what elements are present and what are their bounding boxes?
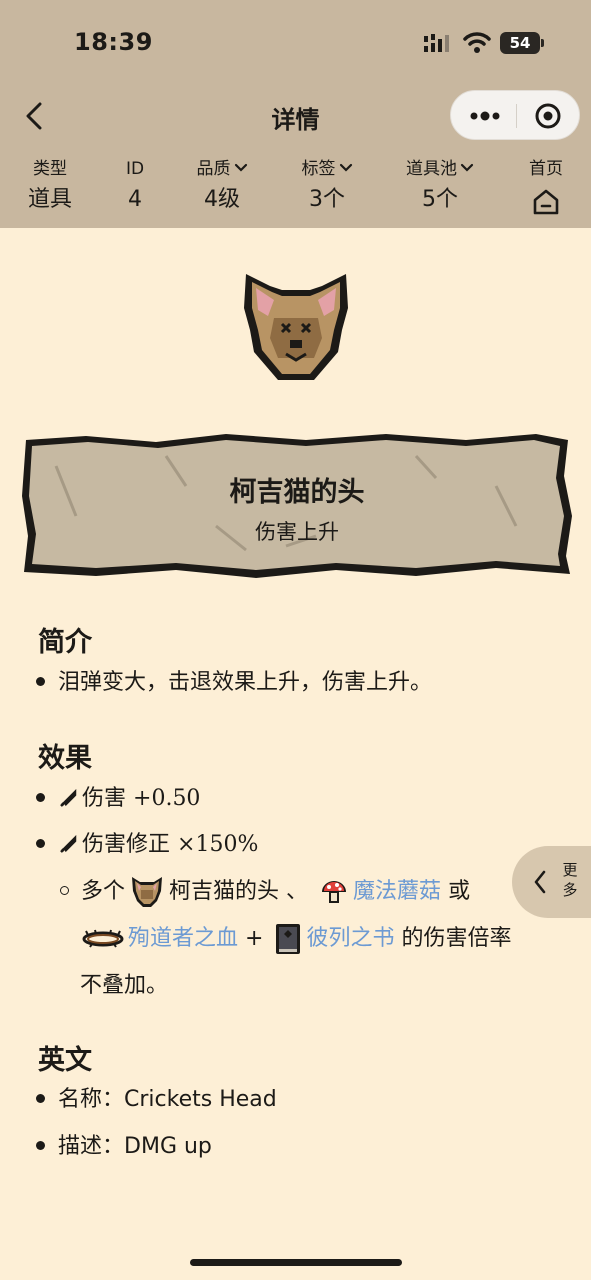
cellular-signal-icon: [424, 34, 449, 52]
more-options-icon[interactable]: [469, 106, 501, 126]
mushroom-icon: [322, 881, 347, 903]
intro-heading: 简介: [38, 627, 92, 658]
item-sprite-image: [244, 274, 348, 380]
stat-quality-value: 4级: [204, 187, 240, 212]
english-name-value: Crickets Head: [124, 1087, 277, 1112]
book-of-belial-icon: [276, 924, 301, 954]
navigation-bar: 详情: [0, 88, 591, 144]
close-miniprogram-icon[interactable]: [535, 103, 561, 129]
sub-bullet-circle: [60, 886, 69, 895]
stat-tags[interactable]: 标签 3个: [277, 156, 377, 218]
stat-tags-label: 标签: [277, 156, 377, 182]
damage-label: 伤害: [82, 786, 127, 811]
chevron-down-icon: [339, 163, 352, 172]
stat-pool-label: 道具池: [390, 156, 490, 182]
effect-note-line-1: 多个 柯吉猫的头 、 魔法蘑菇 或: [60, 875, 470, 909]
capsule-divider: [516, 104, 517, 128]
stat-pool-value: 5个: [422, 187, 458, 212]
sword-icon: [60, 835, 77, 853]
stat-item-pool[interactable]: 道具池 5个: [390, 156, 490, 218]
effect-note-line-3: 不叠加。: [80, 973, 169, 998]
chevron-down-icon: [234, 163, 247, 172]
link-blood-of-the-martyr[interactable]: 殉道者之血: [128, 926, 238, 951]
more-label: 更多: [562, 860, 578, 900]
chevron-left-icon: [534, 870, 546, 894]
home-icon[interactable]: [532, 188, 560, 216]
effect-note-line-2: 殉道者之血 + 彼列之书 的伤害倍率: [80, 922, 511, 956]
tags-label-text: 标签: [301, 159, 336, 179]
effect-multiplier: 伤害修正 ×150%: [36, 828, 258, 862]
crown-of-thorns-icon: [82, 929, 124, 948]
english-desc-value: DMG up: [124, 1134, 212, 1159]
stat-id: ID 4: [85, 156, 185, 218]
mini-program-capsule: [450, 90, 580, 140]
quality-label-text: 品质: [196, 159, 231, 179]
english-desc-label: 描述：: [58, 1134, 125, 1159]
bullet-dot: [36, 793, 45, 802]
note-prefix: 多个: [81, 879, 126, 904]
note-separator: 、: [286, 879, 309, 904]
item-name: 柯吉猫的头: [229, 477, 365, 508]
intro-text: 泪弹变大，击退效果上升，伤害上升。: [58, 670, 433, 695]
bullet-dot: [36, 677, 45, 686]
battery-indicator: 54: [500, 32, 540, 54]
stat-quality-label: 品质: [172, 156, 272, 182]
wifi-icon: [463, 32, 491, 53]
multiplier-value: ×150%: [177, 832, 259, 857]
english-desc: 描述：DMG up: [36, 1130, 212, 1164]
english-name-label: 名称：: [58, 1087, 125, 1112]
more-label-2: 多: [562, 881, 578, 899]
home-indicator-bar: [190, 1259, 402, 1266]
damage-value: +0.50: [133, 786, 201, 811]
link-book-of-belial[interactable]: 彼列之书: [306, 926, 394, 951]
battery-tip: [541, 39, 544, 47]
sword-icon: [60, 789, 77, 807]
bullet-dot: [36, 839, 45, 848]
intro-item: 泪弹变大，击退效果上升，伤害上升。: [36, 666, 432, 700]
link-magic-mushroom[interactable]: 魔法蘑菇: [353, 879, 441, 904]
stat-home[interactable]: 首页: [496, 156, 591, 220]
status-bar: 18:39 54: [0, 0, 591, 88]
more-label-1: 更: [562, 861, 578, 879]
more-side-button[interactable]: 更多: [512, 846, 591, 918]
stat-id-value: 4: [128, 187, 142, 212]
effect-damage: 伤害 +0.50: [36, 782, 200, 816]
multiplier-label: 伤害修正: [82, 832, 171, 857]
note-item-self: 柯吉猫的头: [169, 879, 280, 904]
effects-heading: 效果: [38, 743, 92, 774]
pool-label-text: 道具池: [406, 159, 457, 179]
stat-id-label: ID: [125, 159, 145, 179]
status-time: 18:39: [74, 28, 153, 56]
stat-quality[interactable]: 品质 4级: [172, 156, 272, 218]
note-or: 或: [448, 879, 471, 904]
note-plus: +: [245, 926, 264, 951]
bullet-dot: [36, 1141, 45, 1150]
chevron-down-icon: [460, 163, 474, 172]
crickets-head-icon: [132, 877, 163, 907]
item-stats-bar: 类型 道具 ID 4 品质 4级 标签 3个 道具池 5个 首页: [0, 156, 591, 220]
item-subtitle: 伤害上升: [255, 520, 339, 544]
english-name: 名称：Crickets Head: [36, 1083, 277, 1117]
item-title-banner: 柯吉猫的头 伤害上升: [16, 426, 578, 586]
stat-home-label: 首页: [529, 159, 563, 179]
note-suffix: 的伤害倍率: [401, 926, 512, 951]
english-heading: 英文: [38, 1045, 92, 1076]
stat-tags-value: 3个: [309, 187, 345, 212]
bullet-dot: [36, 1094, 45, 1103]
